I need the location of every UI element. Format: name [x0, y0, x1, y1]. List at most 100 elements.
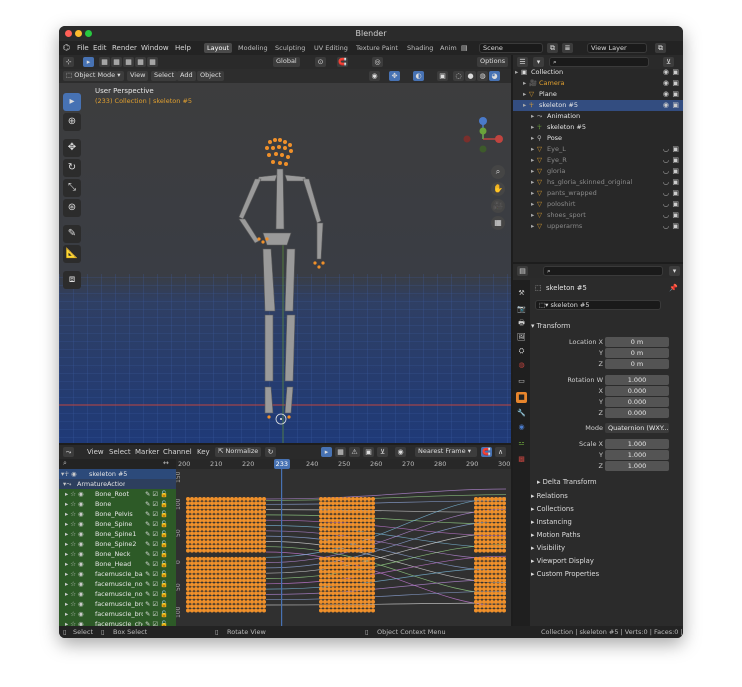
scene-field[interactable]: Scene: [479, 43, 543, 53]
channel-row[interactable]: ▸ ☆ ◉ facemuscle_bro ✎ ☑ 🔓: [59, 609, 176, 619]
pivot-icon[interactable]: ⊙: [315, 57, 326, 67]
menu-help[interactable]: Help: [175, 44, 191, 52]
channel-row[interactable]: ▸ ☆ ◉ Bone_Neck ✎ ☑ 🔓: [59, 549, 176, 559]
render-tab-icon[interactable]: 📷: [516, 304, 527, 315]
section-relations[interactable]: ▸ Relations: [531, 490, 681, 502]
tool-scale-icon[interactable]: ⤡: [63, 179, 81, 197]
tool-rotate-icon[interactable]: ↻: [63, 159, 81, 177]
collection-tab-icon[interactable]: ▭: [516, 376, 527, 387]
channel-row[interactable]: ▾⤳ ArmatureAction: [59, 479, 176, 489]
world-tab-icon[interactable]: ◍: [516, 360, 527, 371]
new-view-layer-icon[interactable]: ⧉: [655, 43, 666, 53]
expand-arrow-icon[interactable]: ▸: [523, 100, 526, 111]
hidden-eye-icon[interactable]: ◡: [663, 144, 669, 155]
expand-arrow-icon[interactable]: ▸: [531, 188, 534, 199]
zoom-icon[interactable]: ⌕: [491, 165, 505, 179]
tab-shading[interactable]: Shading: [404, 43, 436, 53]
output-tab-icon[interactable]: 🖶: [516, 318, 527, 329]
rotation-x-field[interactable]: 0.000: [605, 386, 669, 396]
menu-file[interactable]: File: [77, 44, 89, 52]
channel-lock-icons[interactable]: ✎ ☑ 🔓: [145, 619, 168, 626]
outliner-row[interactable]: ▸ ▣ Collection ◉ ▣: [513, 69, 683, 78]
hidden-eye-icon[interactable]: ◡: [663, 199, 669, 210]
rotation-z-field[interactable]: 0.000: [605, 408, 669, 418]
render-camera-icon[interactable]: ▣: [672, 210, 679, 221]
channel-lock-icons[interactable]: ✎ ☑ 🔓: [145, 549, 168, 559]
render-camera-icon[interactable]: ▣: [672, 177, 679, 188]
eye-icon[interactable]: ◉: [663, 89, 669, 100]
properties-options-icon[interactable]: ▾: [669, 266, 680, 276]
channel-lock-icons[interactable]: ✎ ☑ 🔓: [145, 599, 168, 609]
menu-window[interactable]: Window: [141, 44, 169, 52]
properties-editor-icon[interactable]: ▤: [517, 266, 528, 276]
blender-logo-icon[interactable]: ⌬: [63, 43, 70, 52]
outliner-row[interactable]: ▸ 🎥 Camera ◉ ▣: [513, 78, 683, 89]
render-camera-icon[interactable]: ▣: [672, 221, 679, 232]
channel-toggle-icons[interactable]: ▸ ☆ ◉: [65, 489, 84, 499]
channel-lock-icons[interactable]: ✎ ☑ 🔓: [145, 589, 168, 599]
expand-arrow-icon[interactable]: ▸: [531, 199, 534, 210]
hidden-eye-icon[interactable]: ◡: [663, 221, 669, 232]
eye-icon[interactable]: ◉: [663, 100, 669, 111]
expand-arrow-icon[interactable]: ▸: [531, 177, 534, 188]
close-window-button[interactable]: [65, 30, 72, 37]
display-mode-icon[interactable]: ▾: [533, 57, 544, 67]
tab-uv-editing[interactable]: UV Editing: [311, 43, 351, 53]
gizmo-toggle-icon[interactable]: ✥: [389, 71, 400, 81]
shading-solid-icon[interactable]: ●: [465, 71, 476, 81]
channel-lock-icons[interactable]: ✎ ☑ 🔓: [145, 509, 168, 519]
expand-arrow-icon[interactable]: ▸: [531, 133, 534, 144]
hidden-eye-icon[interactable]: ◡: [663, 155, 669, 166]
viewport-menu-object[interactable]: Object: [197, 71, 225, 81]
mode-dropdown[interactable]: ⬚ Object Mode ▾: [63, 71, 124, 81]
ortho-toggle-icon[interactable]: ▦: [491, 216, 505, 230]
modifier-tab-icon[interactable]: 🔧: [516, 408, 527, 419]
channel-toggle-icons[interactable]: ▸ ☆ ◉: [65, 519, 84, 529]
eye-icon[interactable]: ◉: [663, 78, 669, 89]
channel-row[interactable]: ▸ ☆ ◉ Bone_Spine1 ✎ ☑ 🔓: [59, 529, 176, 539]
outliner-row[interactable]: ▸ ▽ pants_wrapped ◡ ▣: [513, 188, 683, 199]
dopesheet-menu-marker[interactable]: Marker: [135, 448, 159, 456]
viewport-menu-add[interactable]: Add: [177, 71, 196, 81]
scene-tab-icon[interactable]: ⛭: [516, 346, 527, 357]
render-camera-icon[interactable]: ▣: [672, 166, 679, 177]
tool-transform-icon[interactable]: ⊛: [63, 199, 81, 217]
channel-toggle-icons[interactable]: ▸ ☆ ◉: [65, 609, 84, 619]
object-data-field[interactable]: ⬚▾ skeleton #5: [535, 300, 661, 310]
shading-material-icon[interactable]: ◍: [477, 71, 488, 81]
channel-toggle-icons[interactable]: ▸ ☆ ◉: [65, 529, 84, 539]
minimize-window-button[interactable]: [75, 30, 82, 37]
current-frame-badge[interactable]: 233: [273, 459, 291, 469]
channel-lock-icons[interactable]: ✎ ☑ 🔓: [145, 489, 168, 499]
show-hidden-icon[interactable]: ▦: [335, 447, 346, 457]
channel-toggle-icons[interactable]: ▸ ☆ ◉: [65, 539, 84, 549]
shading-wireframe-icon[interactable]: ◌: [453, 71, 464, 81]
dopesheet-filter-icon[interactable]: ⊻: [377, 447, 388, 457]
channel-lock-icons[interactable]: ✎ ☑ 🔓: [145, 539, 168, 549]
mode-intersect-icon[interactable]: ▦: [147, 57, 158, 67]
filter-icon[interactable]: ⊻: [663, 57, 674, 67]
expand-arrow-icon[interactable]: ▸: [531, 155, 534, 166]
channel-expand-icon[interactable]: ↔: [163, 459, 169, 467]
shading-rendered-icon[interactable]: ◕: [489, 71, 500, 81]
channel-toggle-icons[interactable]: ▸ ☆ ◉: [65, 499, 84, 509]
outliner-row[interactable]: ▸ ▽ gloria ◡ ▣: [513, 166, 683, 177]
render-camera-icon[interactable]: ▣: [672, 199, 679, 210]
outliner-row[interactable]: ▸ ☥ skeleton #5: [513, 122, 683, 133]
channel-toggle-icons[interactable]: ▸ ☆ ◉: [65, 569, 84, 579]
options-dropdown[interactable]: Options: [477, 57, 509, 67]
only-selected-icon[interactable]: ▸: [321, 447, 332, 457]
section-motion-paths[interactable]: ▸ Motion Paths: [531, 529, 681, 541]
rotation-mode-dropdown[interactable]: Quaternion (WXY...: [605, 423, 669, 433]
auto-normalize-icon[interactable]: ↻: [265, 447, 276, 457]
menu-edit[interactable]: Edit: [93, 44, 107, 52]
channel-lock-icons[interactable]: ✎ ☑ 🔓: [145, 499, 168, 509]
tab-layout[interactable]: Layout: [204, 43, 233, 53]
expand-arrow-icon[interactable]: ▸: [531, 221, 534, 232]
section-instancing[interactable]: ▸ Instancing: [531, 516, 681, 528]
outliner-row[interactable]: ▸ ▽ Eye_L ◡ ▣: [513, 144, 683, 155]
snap-toggle-icon[interactable]: 🧲: [481, 447, 492, 457]
channel-toggle-icons[interactable]: ▸ ☆ ◉: [65, 589, 84, 599]
scale-x-field[interactable]: 1.000: [605, 439, 669, 449]
select-box-icon[interactable]: ▸: [83, 57, 94, 67]
